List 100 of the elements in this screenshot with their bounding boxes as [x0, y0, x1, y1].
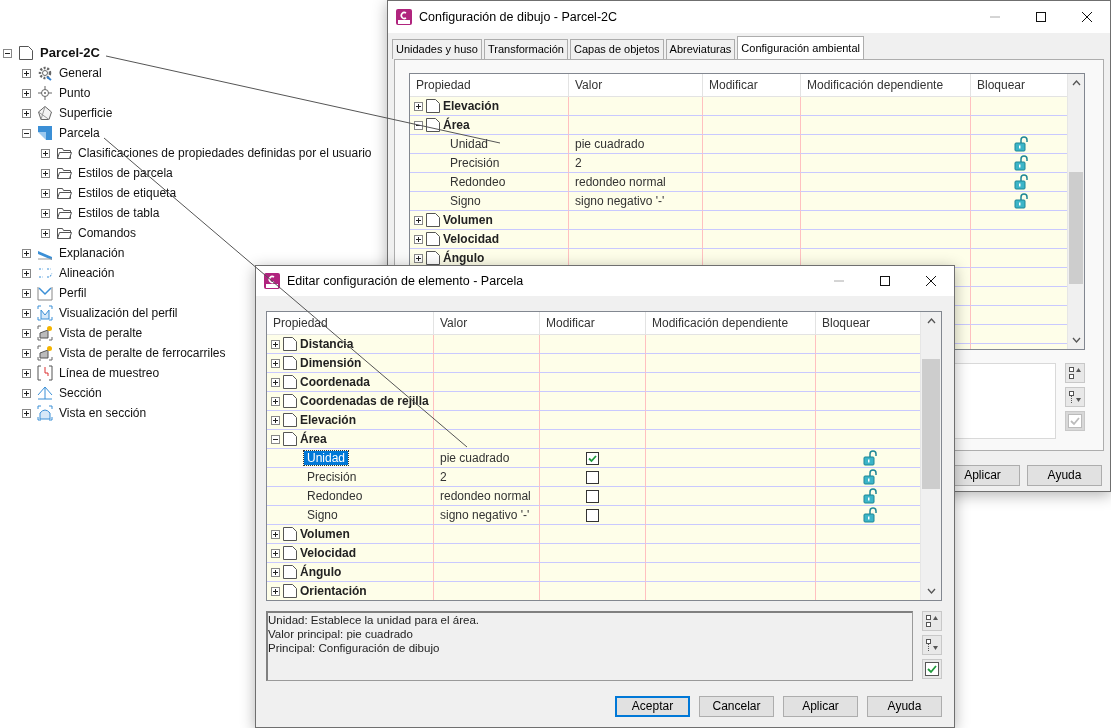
- tree-expander[interactable]: [22, 368, 31, 378]
- tree-expander[interactable]: [22, 128, 31, 138]
- tree-expander[interactable]: [414, 101, 423, 111]
- tree-expander[interactable]: [22, 268, 31, 278]
- tree-item[interactable]: Parcel-2C: [40, 45, 100, 61]
- tree-expander[interactable]: [22, 308, 31, 318]
- dialog-button[interactable]: Ayuda: [867, 696, 942, 717]
- tree-expander[interactable]: [41, 228, 50, 238]
- property-label[interactable]: Signo: [447, 193, 484, 209]
- column-header[interactable]: Valor: [569, 74, 703, 98]
- tree-expander[interactable]: [22, 388, 31, 398]
- tab[interactable]: Transformación: [483, 39, 568, 59]
- tree-item[interactable]: Superficie: [59, 105, 113, 121]
- tree-expander[interactable]: [3, 48, 12, 58]
- categorized-view-button[interactable]: [922, 611, 942, 631]
- tree-item[interactable]: Clasificaciones de propiedades definidas por el usuario: [78, 145, 372, 161]
- column-header[interactable]: Modificar: [540, 312, 646, 336]
- tab[interactable]: Capas de objetos: [569, 39, 664, 59]
- tree-expander[interactable]: [41, 168, 50, 178]
- tree-expander[interactable]: [22, 288, 31, 298]
- tree-expander[interactable]: [22, 348, 31, 358]
- tree-item[interactable]: Sección: [59, 385, 102, 401]
- tree-expander[interactable]: [41, 148, 50, 158]
- tree-expander[interactable]: [271, 567, 280, 577]
- group-label[interactable]: Área: [300, 431, 327, 447]
- tree-item[interactable]: Estilos de parcela: [78, 165, 173, 181]
- tree-expander[interactable]: [22, 68, 31, 78]
- checkbox[interactable]: [586, 470, 599, 484]
- tree-item[interactable]: Explanación: [59, 245, 125, 261]
- tree-expander[interactable]: [414, 253, 423, 263]
- padlock-icon[interactable]: [860, 507, 877, 523]
- checkbox[interactable]: [586, 508, 599, 522]
- tab[interactable]: Unidades y huso: [392, 39, 482, 59]
- tree-item[interactable]: Línea de muestreo: [59, 365, 160, 381]
- tree-expander[interactable]: [271, 396, 280, 406]
- dialog-button[interactable]: Cancelar: [699, 696, 774, 717]
- tree-item[interactable]: Parcela: [59, 125, 100, 141]
- maximize-icon[interactable]: [880, 276, 890, 286]
- scroll-down-icon[interactable]: [926, 588, 936, 594]
- padlock-icon[interactable]: [860, 488, 877, 504]
- filter-toggle[interactable]: [922, 659, 942, 679]
- collapse-view-button[interactable]: [922, 635, 942, 655]
- tree-expander[interactable]: [22, 248, 31, 258]
- checkbox[interactable]: [586, 451, 599, 465]
- padlock-icon[interactable]: [860, 450, 877, 466]
- group-label[interactable]: Área: [443, 117, 470, 133]
- scroll-down-icon[interactable]: [1071, 337, 1081, 343]
- tree-item[interactable]: Estilos de etiqueta: [78, 185, 177, 201]
- padlock-icon[interactable]: [860, 469, 877, 485]
- tab[interactable]: Configuración ambiental: [737, 36, 864, 59]
- dialog-button[interactable]: Aceptar: [615, 696, 690, 717]
- tree-expander[interactable]: [271, 415, 280, 425]
- column-header[interactable]: Modificación dependiente: [646, 312, 816, 336]
- close-icon[interactable]: [1082, 12, 1092, 22]
- tree-item[interactable]: Perfil: [59, 285, 87, 301]
- tree-expander[interactable]: [271, 586, 280, 596]
- tree-expander[interactable]: [271, 358, 280, 368]
- property-label[interactable]: Unidad: [304, 450, 349, 466]
- tree-expander[interactable]: [271, 339, 280, 349]
- tree-item[interactable]: Visualización del perfil: [59, 305, 178, 321]
- tab[interactable]: Abreviaturas: [665, 39, 736, 59]
- vertical-scrollbar[interactable]: [1067, 74, 1084, 349]
- tree-expander[interactable]: [22, 408, 31, 418]
- dialog-button[interactable]: Aplicar: [783, 696, 858, 717]
- column-header[interactable]: Modificación dependiente: [801, 74, 971, 98]
- close-icon[interactable]: [926, 276, 936, 286]
- padlock-icon[interactable]: [1011, 174, 1028, 190]
- column-header[interactable]: Modificar: [703, 74, 801, 98]
- column-header[interactable]: Valor: [434, 312, 540, 336]
- tree-expander[interactable]: [414, 234, 423, 244]
- tree-item[interactable]: Alineación: [59, 265, 115, 281]
- tree-item[interactable]: Punto: [59, 85, 91, 101]
- tree-item[interactable]: Vista en sección: [59, 405, 147, 421]
- tree-item[interactable]: Vista de peralte: [59, 325, 143, 341]
- property-label[interactable]: Signo: [304, 507, 341, 523]
- tree-item[interactable]: General: [59, 65, 102, 81]
- tree-item[interactable]: Estilos de tabla: [78, 205, 160, 221]
- tree-expander[interactable]: [271, 434, 280, 444]
- checkbox[interactable]: [586, 489, 599, 503]
- tree-expander[interactable]: [414, 120, 423, 130]
- tree-item[interactable]: Vista de peralte de ferrocarriles: [59, 345, 226, 361]
- dialog-button[interactable]: Ayuda: [1027, 465, 1102, 486]
- collapse-view-button[interactable]: [1065, 387, 1085, 407]
- scroll-up-icon[interactable]: [1071, 80, 1081, 86]
- tree-expander[interactable]: [271, 529, 280, 539]
- padlock-icon[interactable]: [1011, 193, 1028, 209]
- tree-expander[interactable]: [41, 208, 50, 218]
- maximize-icon[interactable]: [1036, 12, 1046, 22]
- vertical-scrollbar[interactable]: [920, 312, 941, 600]
- scroll-up-icon[interactable]: [926, 318, 936, 324]
- tree-expander[interactable]: [41, 188, 50, 198]
- tree-expander[interactable]: [22, 88, 31, 98]
- tree-expander[interactable]: [271, 548, 280, 558]
- padlock-icon[interactable]: [1011, 155, 1028, 171]
- tree-expander[interactable]: [22, 108, 31, 118]
- tree-expander[interactable]: [22, 328, 31, 338]
- tree-expander[interactable]: [414, 215, 423, 225]
- categorized-view-button[interactable]: [1065, 363, 1085, 383]
- padlock-icon[interactable]: [1011, 136, 1028, 152]
- tree-item[interactable]: Comandos: [78, 225, 137, 241]
